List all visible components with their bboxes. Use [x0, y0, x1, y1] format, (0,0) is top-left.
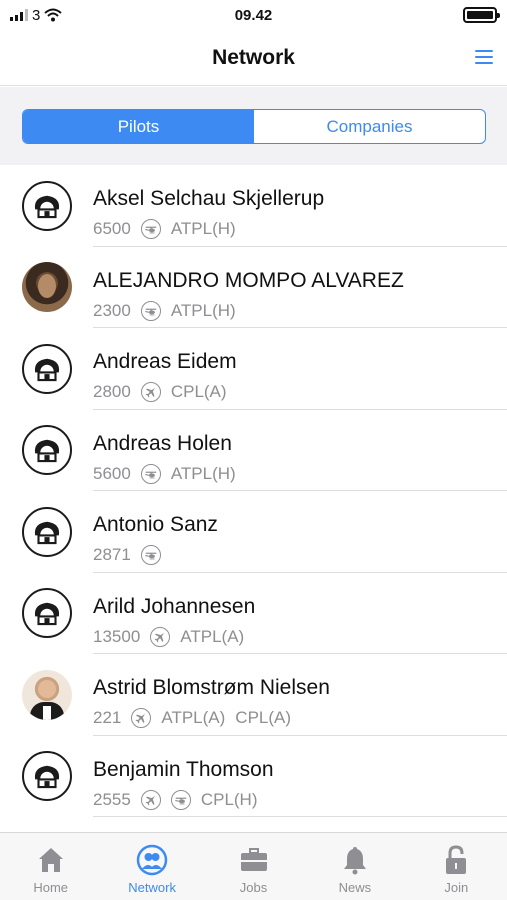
pilot-name: Antonio Sanz [93, 513, 218, 536]
avatar [22, 669, 72, 720]
nav-bar: Network [0, 30, 507, 86]
page-title: Network [212, 45, 295, 69]
segment-companies[interactable]: Companies [254, 110, 485, 143]
segmented-control: Pilots Companies [22, 109, 486, 144]
flight-hours: 5600 [93, 463, 131, 483]
status-bar: 3 09.42 [0, 0, 507, 30]
tab-news-label: News [338, 880, 372, 895]
pilot-name: Aksel Selchau Skjellerup [93, 187, 325, 210]
wifi-icon [44, 8, 63, 22]
helicopter-icon [140, 463, 161, 484]
pilot-name: ALEJANDRO MOMPO ALVAREZ [93, 268, 404, 292]
network-icon [135, 843, 169, 877]
license-label: ATPL(H) [170, 219, 236, 238]
tab-join-label: Join [444, 880, 469, 895]
pilot-meta: 2871 [93, 545, 161, 565]
helicopter-icon [170, 789, 191, 810]
bell-icon [338, 843, 372, 877]
segment-pilots[interactable]: Pilots [23, 110, 254, 143]
tab-join[interactable]: Join [406, 833, 507, 900]
helicopter-icon [140, 219, 161, 239]
license-label: CPL(A) [170, 382, 227, 401]
tab-home-label: Home [33, 880, 69, 895]
pilot-name: Andreas Holen [93, 431, 232, 455]
list-item[interactable]: Astrid Blomstrøm Nielsen 221 ATPL(A) CPL(A) [0, 654, 507, 736]
pilot-meta: 13500 ATPL(A) [93, 626, 245, 647]
flight-hours: 2800 [93, 382, 131, 401]
flight-hours: 2871 [93, 545, 131, 564]
helicopter-icon [140, 545, 161, 565]
license-label: CPL(H) [200, 789, 258, 809]
avatar-logo-icon [22, 180, 72, 231]
airplane-icon [140, 382, 161, 402]
pilot-meta: 5600 ATPL(H) [93, 463, 236, 484]
pilot-meta: 2300 ATPL(H) [93, 300, 236, 321]
helicopter-icon [140, 300, 161, 321]
list-item[interactable]: ALEJANDRO MOMPO ALVAREZ 2300 ATPL(H) [0, 247, 507, 329]
tab-bar: Home Network Jobs News Join [0, 832, 507, 900]
pilot-name: Benjamin Thomson [93, 757, 274, 781]
license-label: ATPL(H) [170, 463, 236, 483]
airplane-icon [150, 626, 171, 647]
flight-hours: 2300 [93, 300, 131, 320]
flight-hours: 221 [93, 708, 122, 727]
license-label: ATPL(H) [170, 300, 236, 320]
lock-icon [439, 843, 473, 877]
list-item[interactable]: Arild Johannesen 13500 ATPL(A) [0, 573, 507, 655]
tab-home[interactable]: Home [0, 833, 101, 900]
license-label: CPL(A) [235, 708, 292, 727]
list-item[interactable]: Andreas Holen 5600 ATPL(H) [0, 410, 507, 492]
flight-hours: 2555 [93, 789, 131, 809]
airplane-icon [131, 708, 152, 728]
status-left: 3 [10, 6, 63, 24]
segment-area: Pilots Companies [0, 87, 507, 165]
pilot-meta: 2800 CPL(A) [93, 382, 227, 402]
avatar-logo-icon [22, 588, 72, 639]
flight-hours: 13500 [93, 626, 141, 646]
list-item[interactable]: Aksel Selchau Skjellerup 6500 ATPL(H) [0, 165, 507, 247]
avatar-logo-icon [22, 343, 72, 394]
avatar-logo-icon [22, 425, 72, 476]
pilot-name: Andreas Eidem [93, 350, 237, 373]
license-label: ATPL(A) [180, 626, 245, 646]
airplane-icon [140, 789, 161, 810]
avatar-logo-icon [22, 751, 72, 802]
menu-icon[interactable] [475, 50, 493, 64]
tab-news[interactable]: News [304, 833, 405, 900]
signal-icon [10, 9, 28, 21]
status-time: 09.42 [234, 6, 273, 24]
battery-icon [463, 7, 500, 23]
tab-network[interactable]: Network [101, 833, 202, 900]
pilot-meta: 221 ATPL(A) CPL(A) [93, 708, 291, 728]
tab-network-label: Network [128, 880, 176, 895]
avatar-logo-icon [22, 506, 72, 557]
license-label: ATPL(A) [161, 708, 226, 727]
pilot-list: Aksel Selchau Skjellerup 6500 ATPL(H) ALEJA… [0, 165, 507, 817]
pilot-meta: 6500 ATPL(H) [93, 219, 236, 239]
list-item[interactable]: Antonio Sanz 2871 [0, 491, 507, 573]
tab-jobs-label: Jobs [239, 880, 268, 895]
pilot-name: Arild Johannesen [93, 594, 256, 618]
list-item[interactable]: Benjamin Thomson 2555 CPL(H) [0, 736, 507, 818]
tab-jobs[interactable]: Jobs [203, 833, 304, 900]
flight-hours: 6500 [93, 219, 131, 238]
list-item[interactable]: Andreas Eidem 2800 CPL(A) [0, 328, 507, 410]
pilot-meta: 2555 CPL(H) [93, 789, 258, 810]
briefcase-icon [237, 843, 271, 877]
home-icon [34, 843, 68, 877]
carrier-label: 3 [32, 6, 41, 24]
avatar [22, 262, 72, 313]
pilot-name: Astrid Blomstrøm Nielsen [93, 676, 330, 699]
